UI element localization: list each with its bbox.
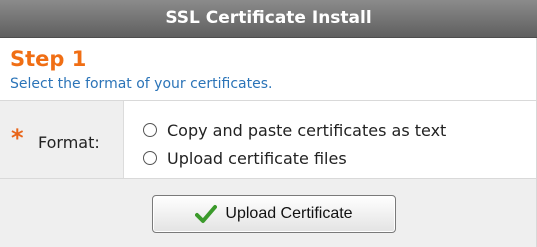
upload-certificate-label: Upload Certificate xyxy=(225,205,353,222)
format-label-cell: * Format: xyxy=(0,101,124,178)
required-marker: * xyxy=(11,124,24,152)
upload-certificate-button[interactable]: Upload Certificate xyxy=(152,195,396,233)
radio-upload-files[interactable] xyxy=(143,151,157,165)
step-subtitle: Select the format of your certificates. xyxy=(10,76,273,92)
format-label: Format: xyxy=(38,133,100,152)
option-upload-files-label: Upload certificate files xyxy=(167,148,347,168)
panel-title: SSL Certificate Install xyxy=(0,0,537,38)
option-upload-files[interactable]: Upload certificate files xyxy=(143,147,347,169)
option-paste-text[interactable]: Copy and paste certificates as text xyxy=(143,119,446,141)
ssl-install-panel: SSL Certificate Install Step 1 Select th… xyxy=(0,0,537,247)
step-title: Step 1 xyxy=(10,47,87,71)
step-header: Step 1 Select the format of your certifi… xyxy=(0,38,536,100)
format-row: * Format: Copy and paste certificates as… xyxy=(0,101,536,178)
option-paste-text-label: Copy and paste certificates as text xyxy=(167,120,447,140)
check-icon xyxy=(195,205,218,223)
radio-paste-text[interactable] xyxy=(143,123,157,137)
footer-bar: Upload Certificate xyxy=(0,179,536,247)
